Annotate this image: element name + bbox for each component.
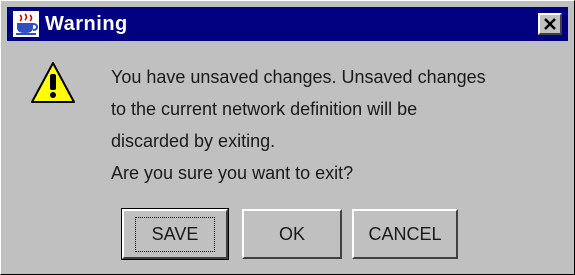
- save-button-label: SAVE: [134, 216, 216, 252]
- ok-button[interactable]: OK: [242, 209, 342, 259]
- close-icon: [544, 18, 556, 30]
- java-cup-icon: [13, 11, 39, 37]
- message-line: to the current network definition will b…: [111, 99, 418, 119]
- message-text: You have unsaved changes. Unsaved change…: [111, 61, 561, 189]
- button-row: SAVE OK CANCEL: [121, 208, 458, 260]
- save-button[interactable]: SAVE: [121, 208, 229, 260]
- title-bar[interactable]: Warning: [7, 7, 568, 41]
- warning-dialog: Warning You have unsaved changes. Unsave…: [0, 0, 575, 275]
- window-title: Warning: [45, 12, 128, 35]
- message-line: Are you sure you want to exit?: [111, 163, 354, 183]
- close-button[interactable]: [538, 13, 562, 35]
- warning-icon: [31, 62, 75, 103]
- message-line: You have unsaved changes. Unsaved change…: [111, 67, 486, 87]
- message-line: discarded by exiting.: [111, 131, 276, 151]
- cancel-button[interactable]: CANCEL: [352, 209, 458, 259]
